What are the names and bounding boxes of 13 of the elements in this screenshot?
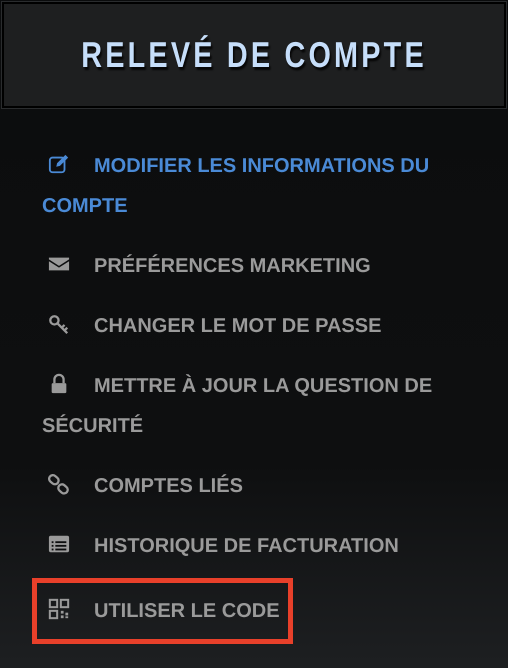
menu-link[interactable]: PRÉFÉRENCES MARKETING [32, 246, 381, 286]
menu-link[interactable]: METTRE À JOUR LA QUESTION DE SÉCURITÉ [32, 366, 492, 446]
qr-code-icon [48, 598, 70, 620]
list-icon [48, 533, 70, 555]
edit-icon [48, 153, 70, 175]
menu-link[interactable]: UTILISER LE CODE [32, 578, 293, 644]
menu-link[interactable]: MODIFIER LES INFORMATIONS DU COMPTE [32, 146, 492, 226]
key-icon [48, 313, 70, 335]
chain-link-icon [48, 473, 70, 495]
page-title: RELEVÉ DE COMPTE [81, 34, 427, 76]
menu-link[interactable]: CHANGER LE MOT DE PASSE [32, 306, 392, 346]
menu-link[interactable]: COMPTES LIÉS [32, 466, 253, 506]
menu-link[interactable]: HISTORIQUE DE FACTURATION [32, 526, 409, 566]
